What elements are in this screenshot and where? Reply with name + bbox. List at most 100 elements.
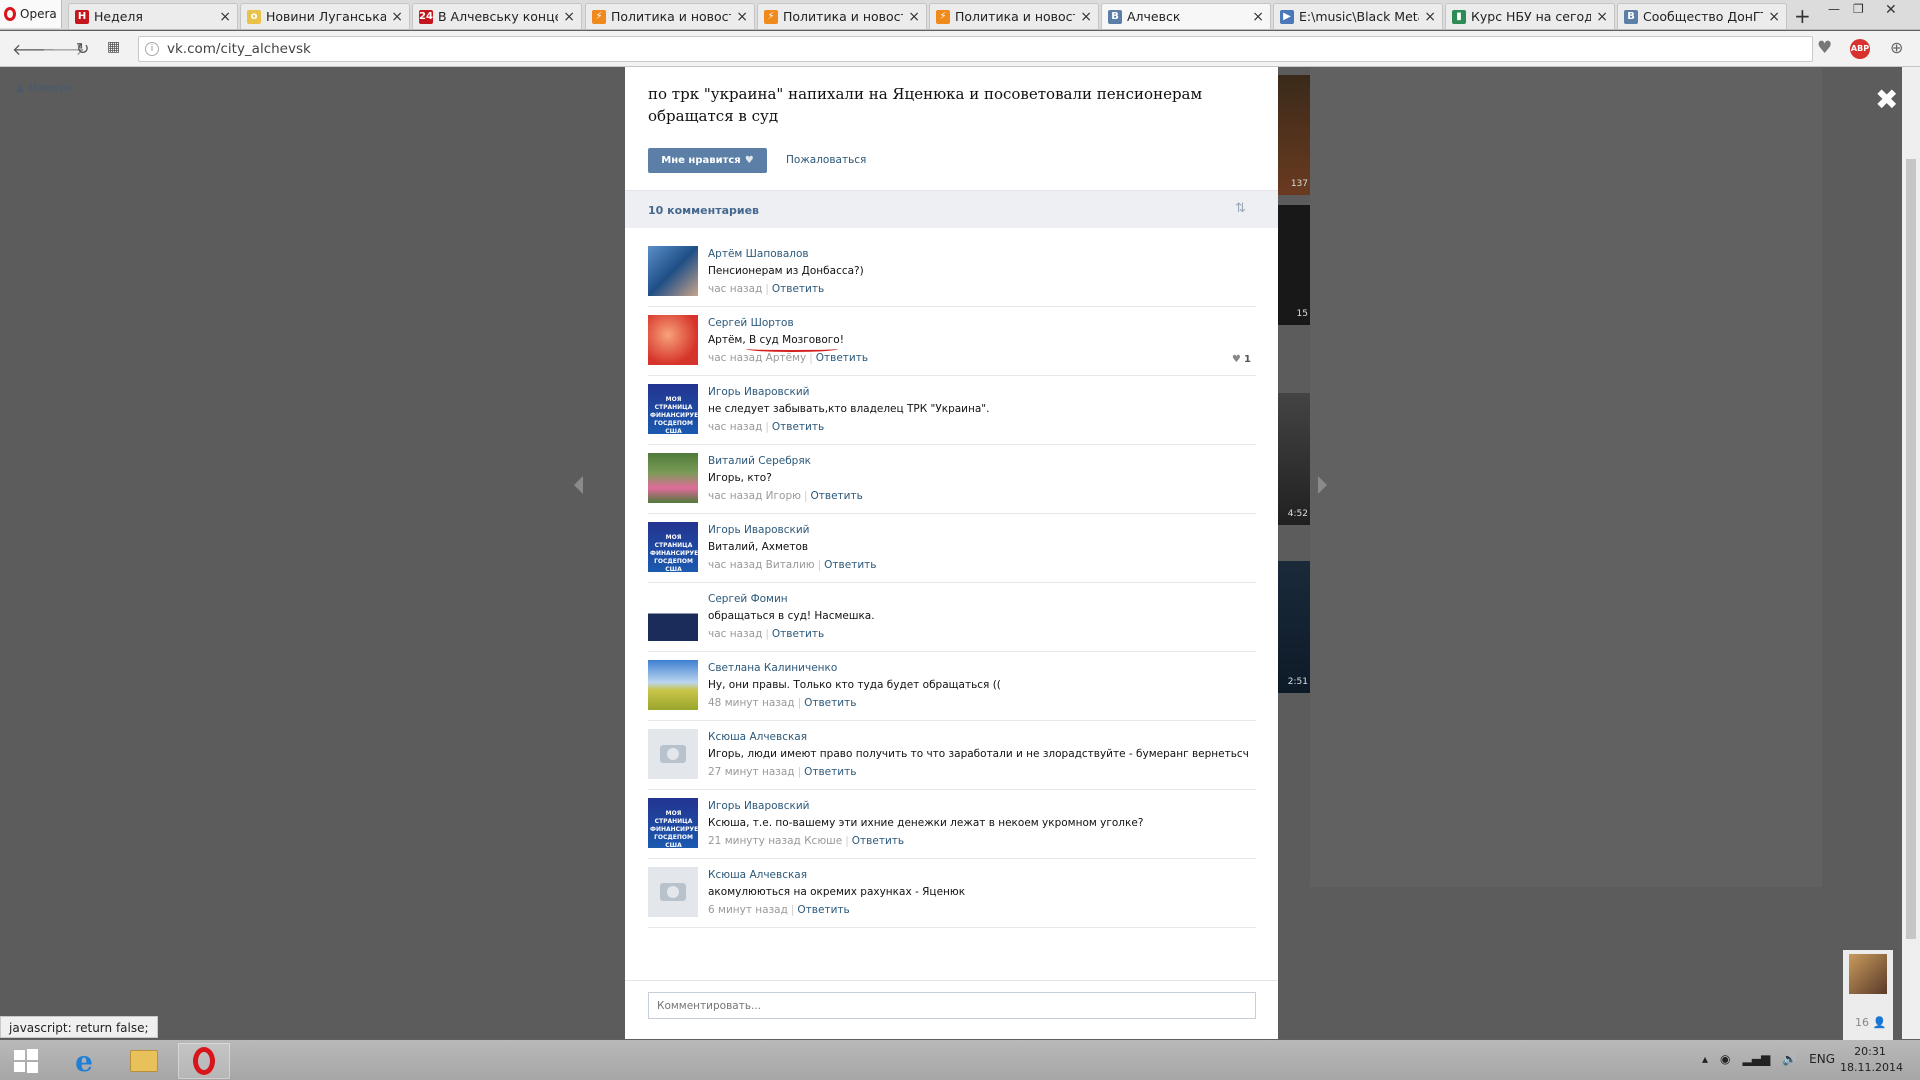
taskbar-ie[interactable]: e — [58, 1043, 110, 1079]
comment-author[interactable]: Сергей Фомин — [708, 591, 1256, 607]
avatar-banner[interactable]: МОЯ СТРАНИЦА ФИНАНСИРУЕТСЯ ГОСДЕПОМ США — [648, 384, 698, 434]
comment-author[interactable]: Артём Шаповалов — [708, 246, 1256, 262]
site-info-icon[interactable]: i — [145, 42, 159, 56]
url-field[interactable]: i vk.com/city_alchevsk — [138, 36, 1813, 62]
chat-widget[interactable]: 16 👤 — [1843, 950, 1893, 1040]
tray-expand-icon[interactable]: ▴ — [1702, 1052, 1708, 1066]
reply-link[interactable]: Ответить — [811, 490, 863, 502]
close-icon[interactable]: ✖ — [1875, 83, 1898, 116]
comment-time[interactable]: 27 минут назад — [708, 766, 795, 778]
sort-icon[interactable]: ⇅ — [1235, 201, 1246, 216]
comment-author[interactable]: Виталий Серебряк — [708, 453, 1256, 469]
volume-icon[interactable]: 🔊 — [1782, 1052, 1797, 1066]
network-icon[interactable]: ▂▄▆ — [1743, 1052, 1771, 1066]
new-tab-button[interactable]: + — [1794, 4, 1811, 28]
chat-avatar[interactable] — [1849, 954, 1887, 994]
maximize-button[interactable]: ❐ — [1853, 2, 1864, 16]
close-tab-icon[interactable]: × — [391, 9, 403, 25]
close-tab-icon[interactable]: × — [1252, 9, 1264, 25]
next-arrow-icon[interactable] — [1318, 476, 1327, 494]
tab[interactable]: B Алчевск × — [1101, 3, 1271, 29]
comment-time[interactable]: 6 минут назад — [708, 904, 788, 916]
close-tab-icon[interactable]: × — [1596, 9, 1608, 25]
comment-input[interactable] — [648, 992, 1256, 1019]
comment-text: Ксюша, т.е. по-вашему эти ихние денежки … — [708, 817, 1144, 829]
reply-link[interactable]: Ответить — [797, 904, 849, 916]
reply-link[interactable]: Ответить — [804, 697, 856, 709]
comment-time[interactable]: час назад — [708, 283, 762, 295]
reply-link[interactable]: Ответить — [824, 559, 876, 571]
comment-time[interactable]: час назад — [708, 421, 762, 433]
close-tab-icon[interactable]: × — [1080, 9, 1092, 25]
taskbar-opera[interactable] — [178, 1043, 230, 1079]
clock[interactable]: 20:31 18.11.2014 — [1840, 1044, 1903, 1076]
close-tab-icon[interactable]: × — [219, 9, 231, 25]
comment-author[interactable]: Сергей Шортов — [708, 315, 1256, 331]
avatar-banner[interactable]: МОЯ СТРАНИЦА ФИНАНСИРУЕТСЯ ГОСДЕПОМ США — [648, 798, 698, 848]
tab[interactable]: 24 В Алчевську концент × — [412, 3, 582, 29]
comment-author[interactable]: Ксюша Алчевская — [708, 867, 1256, 883]
tab[interactable]: ⚡ Политика и новости × — [757, 3, 927, 29]
tab[interactable]: o Новини Луганська. С × — [240, 3, 410, 29]
tab[interactable]: ⚡ Политика и новости × — [585, 3, 755, 29]
scrollbar-thumb[interactable] — [1906, 159, 1916, 939]
avatar-photo[interactable] — [648, 453, 698, 503]
comment-author[interactable]: Игорь Иваровский — [708, 798, 1256, 814]
avatar-placeholder[interactable] — [648, 867, 698, 917]
comment-time[interactable]: 21 минуту назад Ксюше — [708, 835, 842, 847]
heart-icon[interactable]: ♥ — [1817, 38, 1832, 58]
comment-author[interactable]: Ксюша Алчевская — [708, 729, 1256, 745]
close-tab-icon[interactable]: × — [908, 9, 920, 25]
reply-link[interactable]: Ответить — [816, 352, 868, 364]
taskbar-explorer[interactable] — [118, 1043, 170, 1079]
comment-author[interactable]: Игорь Иваровский — [708, 384, 1256, 400]
internet-explorer-icon: e — [75, 1044, 93, 1078]
close-tab-icon[interactable]: × — [563, 9, 575, 25]
like-button[interactable]: Мне нравится ♥ — [648, 148, 767, 173]
reload-icon[interactable]: ↻ — [76, 39, 89, 58]
minimize-button[interactable]: — — [1828, 2, 1840, 16]
comment-author[interactable]: Светлана Калиниченко — [708, 660, 1256, 676]
reply-link[interactable]: Ответить — [804, 766, 856, 778]
adblock-icon[interactable]: ABP — [1850, 39, 1870, 59]
tab[interactable]: B Сообщество ДонГТУ × — [1617, 3, 1787, 29]
scrollbar[interactable] — [1902, 67, 1920, 1039]
download-icon[interactable]: ⊕ — [1890, 38, 1903, 57]
avatar-photo[interactable] — [648, 660, 698, 710]
avatar-photo[interactable] — [648, 246, 698, 296]
comment-text: Пенсионерам из Донбасса?) — [708, 265, 864, 277]
reply-link[interactable]: Ответить — [772, 421, 824, 433]
comment-time[interactable]: час назад Артёму — [708, 352, 806, 364]
tab[interactable]: H Неделя × — [68, 3, 238, 29]
comments-count[interactable]: 10 комментариев — [648, 204, 759, 217]
close-tab-icon[interactable]: × — [1768, 9, 1780, 25]
tab[interactable]: ⚡ Политика и новости × — [929, 3, 1099, 29]
avatar-photo[interactable] — [648, 591, 698, 641]
start-button[interactable] — [0, 1043, 52, 1079]
speed-dial-icon[interactable]: ▦ — [107, 39, 120, 55]
language-indicator[interactable]: ENG — [1809, 1052, 1835, 1066]
comment-like-button[interactable]: ♥ 1 — [1232, 354, 1251, 365]
reply-link[interactable]: Ответить — [772, 628, 824, 640]
close-window-button[interactable]: ✕ — [1885, 2, 1897, 18]
comment-time[interactable]: час назад — [708, 628, 762, 640]
comment-author[interactable]: Игорь Иваровский — [708, 522, 1256, 538]
back-to-top-link[interactable]: ▲ Наверх — [16, 81, 74, 94]
comment-time[interactable]: 48 минут назад — [708, 697, 795, 709]
close-tab-icon[interactable]: × — [736, 9, 748, 25]
reply-link[interactable]: Ответить — [852, 835, 904, 847]
tab[interactable]: ▮ Курс НБУ на сегодня × — [1445, 3, 1615, 29]
comment-time[interactable]: час назад Виталию — [708, 559, 815, 571]
avatar-banner[interactable]: МОЯ СТРАНИЦА ФИНАНСИРУЕТСЯ ГОСДЕПОМ США — [648, 522, 698, 572]
report-link[interactable]: Пожаловаться — [786, 154, 866, 166]
tab[interactable]: ▶ E:\music\Black Metal × — [1273, 3, 1443, 29]
close-tab-icon[interactable]: × — [1424, 9, 1436, 25]
tray-app-icon[interactable]: ◉ — [1720, 1052, 1730, 1066]
comment-time[interactable]: час назад Игорю — [708, 490, 801, 502]
comment-text: Игорь, люди имеют право получить то что … — [708, 748, 1249, 760]
avatar-photo[interactable] — [648, 315, 698, 365]
reply-link[interactable]: Ответить — [772, 283, 824, 295]
opera-menu-button[interactable]: Opera — [0, 0, 62, 28]
avatar-placeholder[interactable] — [648, 729, 698, 779]
prev-arrow-icon[interactable] — [574, 476, 583, 494]
